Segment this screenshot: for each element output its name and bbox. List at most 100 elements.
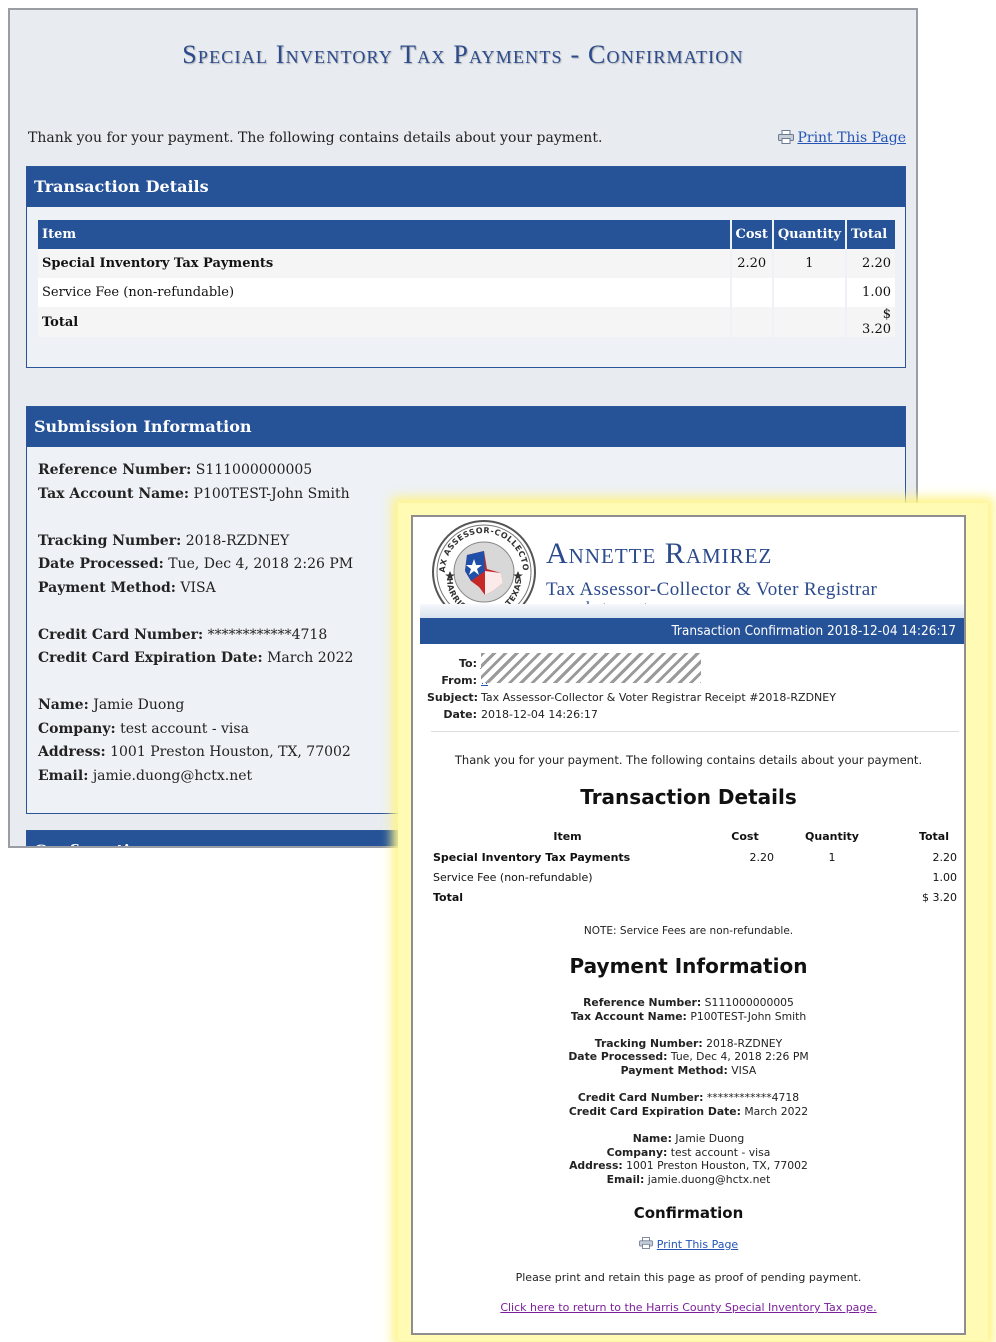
quantity-cell — [772, 307, 848, 337]
page-title: Special Inventory Tax Payments - Confirm… — [182, 40, 744, 69]
column-header-quantity: Quantity — [772, 220, 848, 249]
column-header-cost: Cost — [731, 829, 759, 843]
total-cell: 2.20 — [846, 249, 895, 278]
column-header-total: Total — [918, 829, 949, 843]
reference-number-row: Reference Number: S111000000005 — [583, 996, 794, 1009]
total-cell: 2.20 — [932, 850, 958, 864]
email-date-row: Date: 2018-12-04 14:26:17 — [443, 708, 598, 721]
tax-account-value: P100TEST-John Smith — [193, 485, 350, 502]
return-to-tax-page-link[interactable]: Click here to return to the Harris Count… — [413, 1301, 964, 1314]
cost-cell: 2.20 — [749, 850, 775, 864]
table-row: Special Inventory Tax Payments 2.20 1 2.… — [38, 249, 895, 278]
cost-cell — [704, 887, 786, 907]
transaction-table: Item Cost Quantity Total Special Invento… — [38, 220, 895, 337]
cost-cell — [704, 867, 786, 887]
tax-account-row: Tax Account Name: P100TEST-John Smith — [38, 485, 350, 502]
email-transaction-table: Item Cost Quantity Total Special Invento… — [431, 825, 959, 907]
quantity-cell — [786, 867, 878, 887]
column-header-cost: Cost — [730, 220, 774, 249]
quantity-cell: 1 — [772, 249, 848, 278]
total-cell: 1.00 — [846, 278, 895, 307]
email-receipt-highlight: TAX ASSESSOR-COLLECTOR HARRIS COUNTY, TE… — [398, 503, 988, 1341]
divider — [431, 731, 959, 732]
email-thank-you-message: Thank you for your payment. The followin… — [454, 753, 923, 767]
tracking-number-row: Tracking Number: 2018-RZDNEY — [38, 532, 290, 549]
email-value: jamie.duong@hctx.net — [92, 767, 253, 784]
credit-card-expiration-row: Credit Card Expiration Date: March 2022 — [38, 650, 354, 666]
reference-number-value: S111000000005 — [195, 462, 313, 478]
email-subject-row: Subject: Tax Assessor-Collector & Voter R… — [427, 691, 836, 704]
credit-card-expiration-value: March 2022 — [267, 650, 354, 666]
credit-card-number-row: Credit Card Number: ************4718 — [577, 1091, 800, 1105]
submission-details: Reference Number: S111000000005 Tax Acco… — [38, 459, 353, 788]
tracking-number-value: 2018-RZDNEY — [185, 532, 290, 549]
quantity-cell — [772, 278, 848, 307]
email-print-page-label: Print This Page — [656, 1238, 739, 1251]
address-row: Address: 1001 Preston Houston, TX, 77002 — [569, 1159, 808, 1173]
email-subject-value: Tax Assessor-Collector & Voter Registrar… — [481, 691, 836, 704]
email-print-page-link[interactable]: Print This Page — [413, 1237, 964, 1251]
total-cell: $ 3.20 — [922, 890, 957, 904]
name-row: Name: Jamie Duong — [38, 697, 185, 713]
payment-information-heading: Payment Information — [569, 954, 808, 978]
credit-card-number-row: Credit Card Number: ************4718 — [38, 626, 328, 643]
company-row: Company: test account - visa — [38, 720, 249, 737]
quantity-cell — [786, 887, 878, 907]
item-cell: Special Inventory Tax Payments — [38, 249, 732, 278]
transaction-details-panel: Transaction Details Item Cost Quantity T… — [26, 166, 906, 368]
column-header-item: Item — [553, 829, 582, 843]
item-cell: Total — [433, 890, 464, 904]
total-cell: $ 3.20 — [846, 307, 895, 337]
email-transaction-details-heading: Transaction Details — [580, 785, 797, 809]
column-header-quantity: Quantity — [805, 829, 859, 843]
payment-method-row: Payment Method: VISA — [620, 1063, 757, 1077]
print-page-label: Print This Page — [797, 130, 906, 146]
name-row: Name: Jamie Duong — [632, 1131, 745, 1145]
retain-proof-message: Please print and retain this page as pro… — [515, 1271, 862, 1284]
payment-method-value: VISA — [180, 579, 216, 596]
name-value: Jamie Duong — [93, 697, 185, 713]
cost-cell — [730, 278, 774, 307]
redacted-address-block — [481, 653, 701, 683]
transaction-confirmation-banner: Transaction Confirmation 2018-12-04 14:2… — [420, 604, 964, 644]
email-receipt: TAX ASSESSOR-COLLECTOR HARRIS COUNTY, TE… — [411, 512, 966, 1335]
item-cell: Service Fee (non-refundable) — [38, 278, 732, 307]
credit-card-number-value: ************4718 — [207, 626, 328, 643]
payment-information-details: Reference Number: S111000000005 Tax Acco… — [413, 996, 964, 1186]
cost-cell — [730, 307, 774, 337]
address-value: 1001 Preston Houston, TX, 77002 — [110, 744, 351, 760]
payment-method-row: Payment Method: VISA — [38, 579, 216, 596]
print-page-link[interactable]: Print This Page — [778, 130, 906, 146]
credit-card-expiration-row: Credit Card Expiration Date: March 2022 — [568, 1104, 809, 1118]
submission-information-heading: Submission Information — [27, 407, 905, 447]
quantity-cell: 1 — [828, 850, 836, 864]
printer-icon — [778, 130, 795, 144]
email-row: Email: jamie.duong@hctx.net — [38, 767, 253, 784]
item-cell: Service Fee (non-refundable) — [433, 870, 593, 884]
email-date-value: 2018-12-04 14:26:17 — [481, 708, 598, 721]
table-row: Total $ 3.20 — [431, 887, 959, 907]
service-fee-note: NOTE: Service Fees are non-refundable. — [583, 925, 794, 937]
company-row: Company: test account - visa — [606, 1145, 771, 1159]
item-cell: Total — [38, 307, 732, 337]
email-confirmation-heading: Confirmation — [633, 1204, 744, 1222]
thank-you-message: Thank you for your payment. The followin… — [28, 130, 603, 146]
company-value: test account - visa — [120, 720, 249, 737]
date-processed-row: Date Processed: Tue, Dec 4, 2018 2:26 PM — [38, 556, 354, 572]
printer-icon — [638, 1237, 653, 1249]
table-row: Total $ 3.20 — [38, 307, 895, 337]
table-row: Special Inventory Tax Payments 2.20 1 2.… — [431, 847, 959, 867]
date-processed-value: Tue, Dec 4, 2018 2:26 PM — [168, 556, 354, 572]
email-row: Email: jamie.duong@hctx.net — [606, 1172, 771, 1186]
cost-cell: 2.20 — [730, 249, 774, 278]
column-header-total: Total — [846, 220, 895, 249]
tracking-number-row: Tracking Number: 2018-RZDNEY — [594, 1036, 783, 1050]
item-cell: Special Inventory Tax Payments — [433, 850, 631, 864]
collector-name: Annette Ramirez — [546, 537, 773, 570]
total-cell: 1.00 — [932, 870, 958, 884]
table-row: Service Fee (non-refundable) 1.00 — [38, 278, 895, 307]
column-header-item: Item — [38, 220, 732, 249]
transaction-details-heading: Transaction Details — [27, 167, 905, 207]
tax-account-row: Tax Account Name: P100TEST-John Smith — [570, 1009, 807, 1023]
reference-number-row: Reference Number: S111000000005 — [38, 462, 313, 478]
